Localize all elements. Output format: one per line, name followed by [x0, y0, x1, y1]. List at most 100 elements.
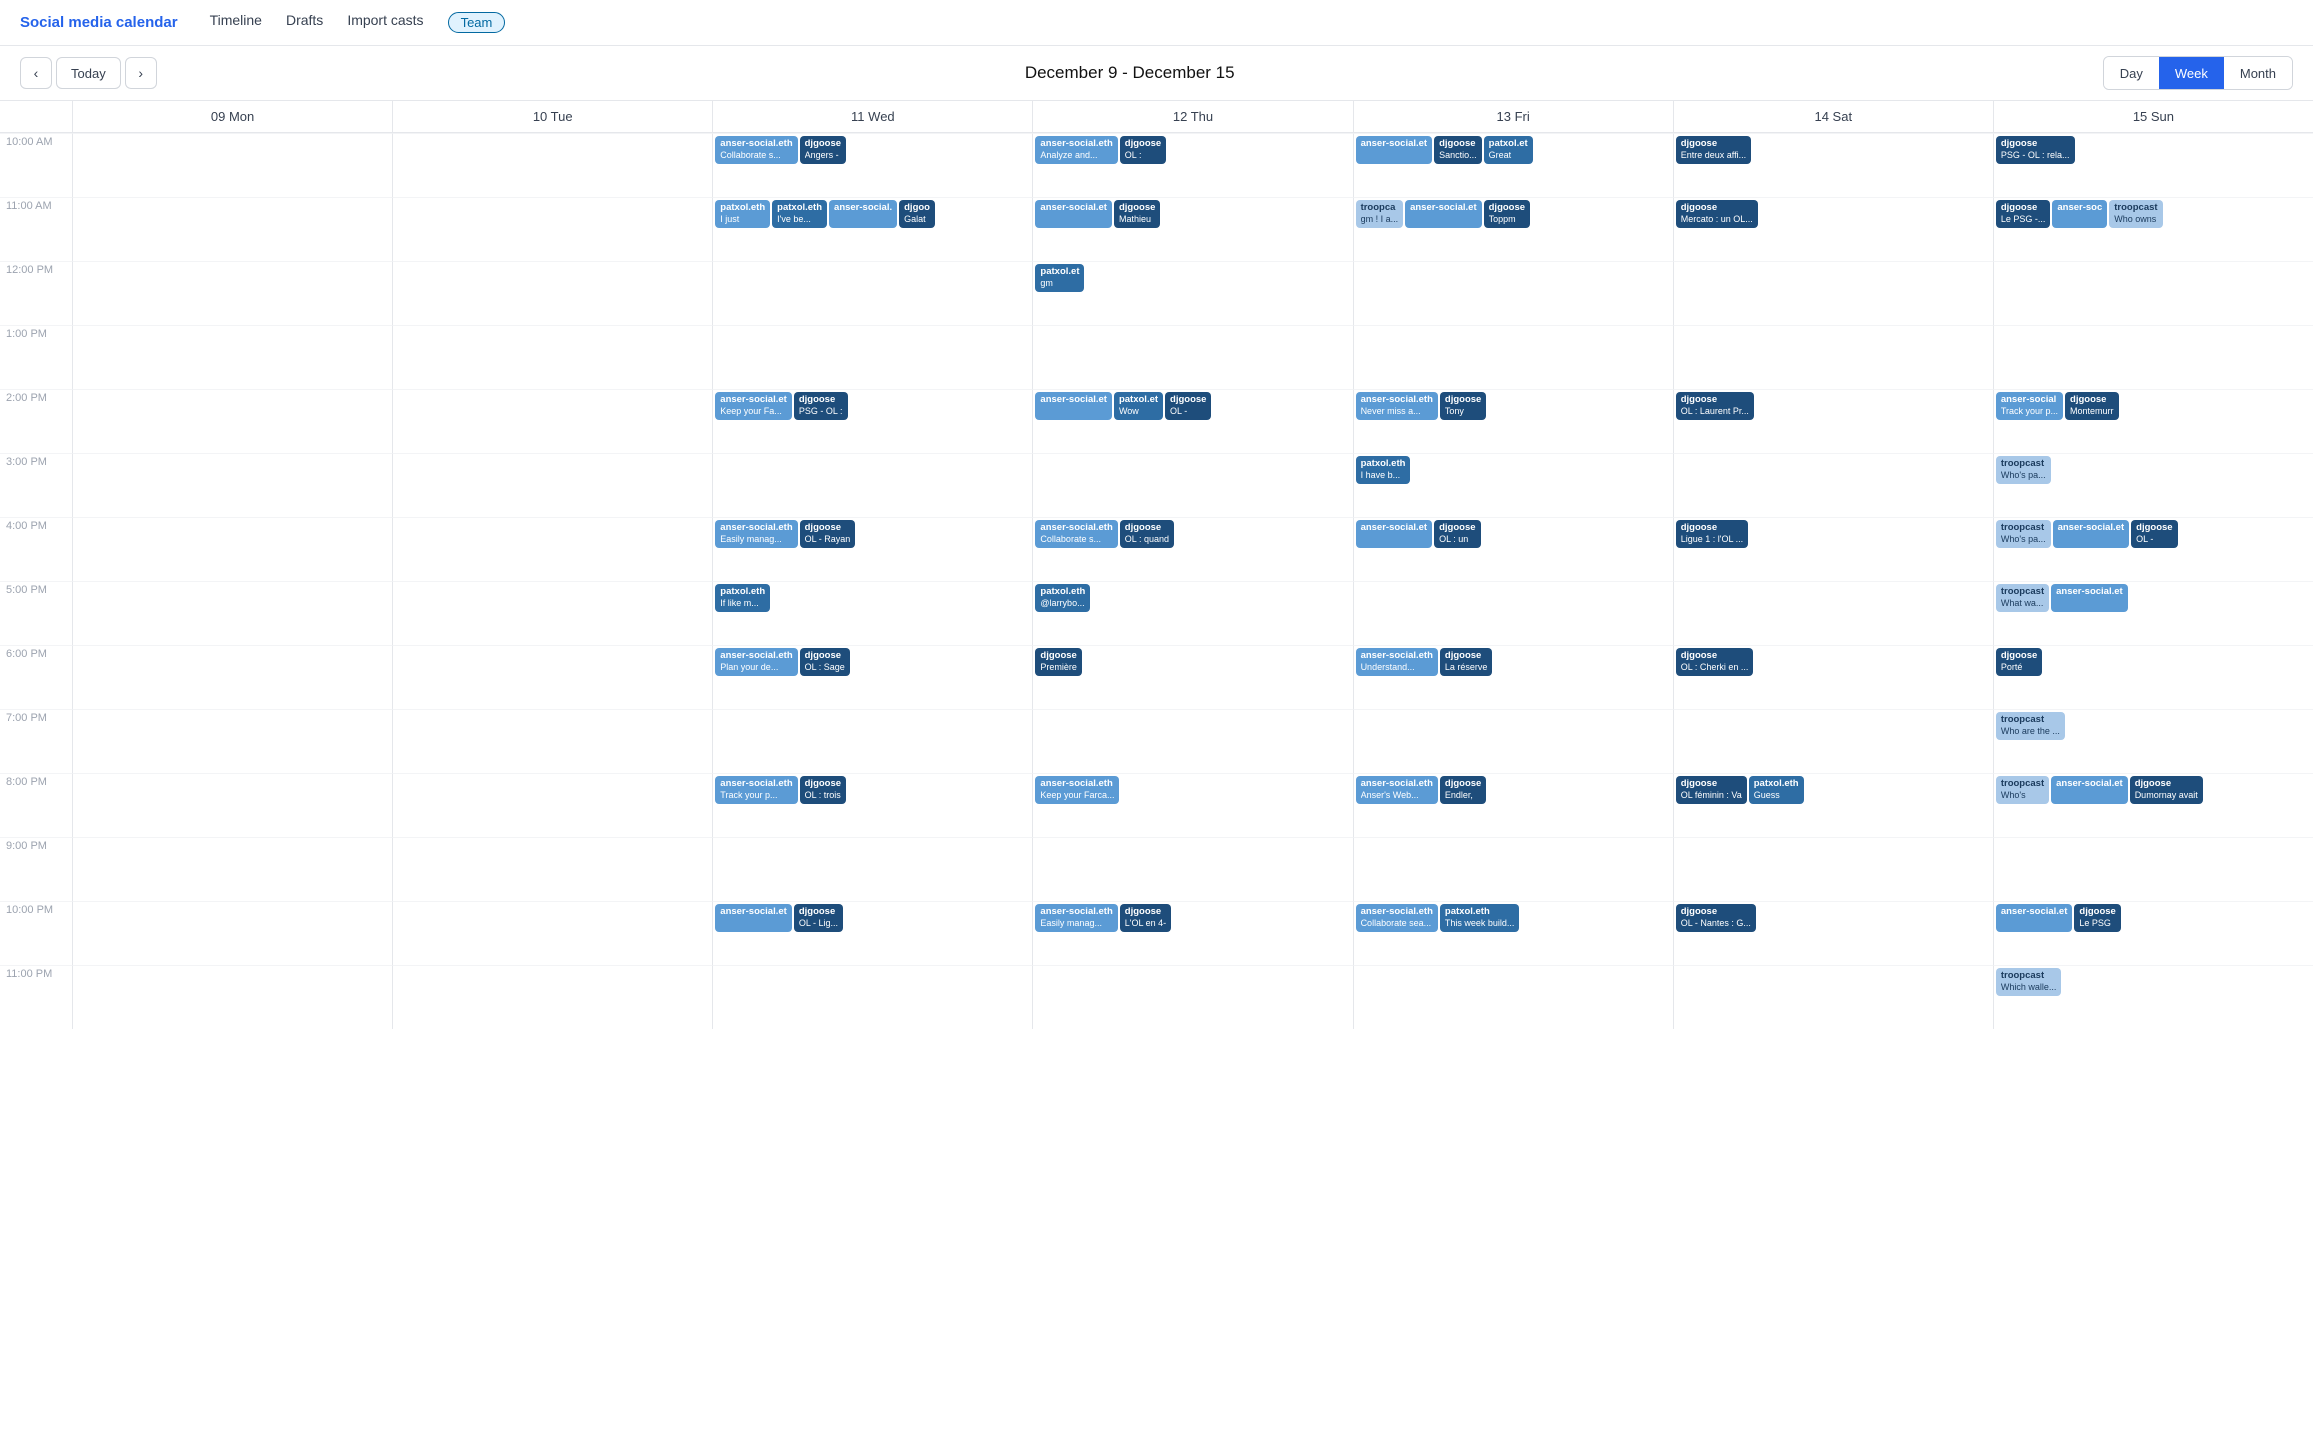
- event-anser-thu-8[interactable]: anser-social.ethKeep your Farca...: [1035, 776, 1119, 804]
- thu-10am: anser-social.ethAnalyze and... djgooseOL…: [1032, 133, 1352, 197]
- event-anser-wed-4[interactable]: anser-social.ethEasily manag...: [715, 520, 797, 548]
- event-anser-wed-10pm[interactable]: anser-social.et: [715, 904, 792, 932]
- event-anser-fri-11[interactable]: anser-social.et: [1405, 200, 1482, 228]
- thu-7pm: [1032, 709, 1352, 773]
- team-badge[interactable]: Team: [448, 12, 506, 33]
- event-djgoose-thu-2[interactable]: djgooseOL -: [1165, 392, 1211, 420]
- event-djgoose-fri-2[interactable]: djgooseTony: [1440, 392, 1486, 420]
- event-anser-sun-8[interactable]: anser-social.et: [2051, 776, 2128, 804]
- event-djgoose-sat-10[interactable]: djgooseEntre deux affi...: [1676, 136, 1751, 164]
- event-djgoose-fri-4[interactable]: djgooseOL : un: [1434, 520, 1480, 548]
- event-anser-fri-2[interactable]: anser-social.ethNever miss a...: [1356, 392, 1438, 420]
- event-djgoose-wed-8[interactable]: djgooseOL : trois: [800, 776, 846, 804]
- fri-9pm: [1353, 837, 1673, 901]
- event-anser-sun-10pm[interactable]: anser-social.et: [1996, 904, 2073, 932]
- event-djgoose-sun-4[interactable]: djgooseOL -: [2131, 520, 2177, 548]
- event-djgoose-thu-6[interactable]: djgoosePremière: [1035, 648, 1082, 676]
- event-anser-sun-11[interactable]: anser-soc: [2052, 200, 2107, 228]
- event-djgoose-wed-11[interactable]: djgooGalat: [899, 200, 935, 228]
- event-djgoose-thu-10pm[interactable]: djgooseL'OL en 4-: [1120, 904, 1171, 932]
- event-djgoose-fri-6[interactable]: djgooseLa réserve: [1440, 648, 1493, 676]
- event-troop-fri-11[interactable]: troopcagm ! I a...: [1356, 200, 1404, 228]
- event-djgoose-wed-10[interactable]: djgooseAngers -: [800, 136, 846, 164]
- day-header-sun: 15 Sun: [1993, 101, 2313, 132]
- day-view-button[interactable]: Day: [2104, 57, 2159, 89]
- event-anser-wed-11[interactable]: anser-social.: [829, 200, 897, 228]
- event-anser-fri-4[interactable]: anser-social.et: [1356, 520, 1433, 548]
- event-djgoose-wed-6[interactable]: djgooseOL : Sage: [800, 648, 850, 676]
- event-patxol-thu-2[interactable]: patxol.etWow: [1114, 392, 1163, 420]
- event-patxol-fri-10pm[interactable]: patxol.ethThis week build...: [1440, 904, 1520, 932]
- event-djgoose-sun-6[interactable]: djgoosePorté: [1996, 648, 2042, 676]
- event-anser-fri-10pm[interactable]: anser-social.ethCollaborate sea...: [1356, 904, 1438, 932]
- event-djgoose-sun-11[interactable]: djgooseLe PSG -...: [1996, 200, 2051, 228]
- event-anser-sun-5[interactable]: anser-social.et: [2051, 584, 2128, 612]
- event-troop-sun-5[interactable]: troopcastWhat wa...: [1996, 584, 2049, 612]
- event-anser-fri-8[interactable]: anser-social.ethAnser's Web...: [1356, 776, 1438, 804]
- event-djgoose-wed-4[interactable]: djgooseOL - Rayan: [800, 520, 856, 548]
- event-anser-thu-11[interactable]: anser-social.et: [1035, 200, 1112, 228]
- nav-timeline[interactable]: Timeline: [210, 12, 262, 33]
- event-patxol-fri-3[interactable]: patxol.ethI have b...: [1356, 456, 1411, 484]
- event-patxol-sat-8[interactable]: patxol.ethGuess: [1749, 776, 1804, 804]
- event-anser-wed-2[interactable]: anser-social.etKeep your Fa...: [715, 392, 792, 420]
- sun-4pm: troopcastWho's pa... anser-social.et djg…: [1993, 517, 2313, 581]
- event-anser-thu-10pm[interactable]: anser-social.ethEasily manag...: [1035, 904, 1117, 932]
- event-patxol-wed-11b[interactable]: patxol.ethI've be...: [772, 200, 827, 228]
- event-anser-fri-10[interactable]: anser-social.et: [1356, 136, 1433, 164]
- nav-import-casts[interactable]: Import casts: [347, 12, 423, 33]
- event-anser-sun-4[interactable]: anser-social.et: [2053, 520, 2130, 548]
- event-djgoose-fri-10[interactable]: djgooseSanctio...: [1434, 136, 1482, 164]
- event-anser-thu-10[interactable]: anser-social.ethAnalyze and...: [1035, 136, 1117, 164]
- event-djgoose-sat-11[interactable]: djgooseMercato : un OL...: [1676, 200, 1758, 228]
- event-djgoose-sun-8[interactable]: djgooseDumornay avait: [2130, 776, 2203, 804]
- nav-drafts[interactable]: Drafts: [286, 12, 323, 33]
- app-title[interactable]: Social media calendar: [20, 14, 178, 31]
- event-djgoose-sun-10pm[interactable]: djgooseLe PSG: [2074, 904, 2120, 932]
- wed-4pm: anser-social.ethEasily manag... djgooseO…: [712, 517, 1032, 581]
- event-anser-wed-10[interactable]: anser-social.ethCollaborate s...: [715, 136, 797, 164]
- event-djgoose-sat-6[interactable]: djgooseOL : Cherki en ...: [1676, 648, 1754, 676]
- today-button[interactable]: Today: [56, 57, 121, 89]
- event-patxol-thu-12[interactable]: patxol.etgm: [1035, 264, 1084, 292]
- event-djgoose-sat-4[interactable]: djgooseLigue 1 : l'OL ...: [1676, 520, 1748, 548]
- wed-10pm: anser-social.et djgooseOL - Lig...: [712, 901, 1032, 965]
- event-djgoose-wed-10pm[interactable]: djgooseOL - Lig...: [794, 904, 843, 932]
- event-patxol-wed-11a[interactable]: patxol.ethI just: [715, 200, 770, 228]
- event-troop-sun-8[interactable]: troopcastWho's: [1996, 776, 2049, 804]
- thu-11am: anser-social.et djgooseMathieu: [1032, 197, 1352, 261]
- next-button[interactable]: ›: [125, 57, 157, 89]
- event-djgoose-thu-11[interactable]: djgooseMathieu: [1114, 200, 1160, 228]
- event-anser-wed-8[interactable]: anser-social.ethTrack your p...: [715, 776, 797, 804]
- week-view-button[interactable]: Week: [2159, 57, 2224, 89]
- event-anser-fri-6[interactable]: anser-social.ethUnderstand...: [1356, 648, 1438, 676]
- event-djgoose-sat-2[interactable]: djgooseOL : Laurent Pr...: [1676, 392, 1754, 420]
- event-djgoose-sun-2[interactable]: djgooseMontemurr: [2065, 392, 2119, 420]
- event-patxol-thu-5[interactable]: patxol.eth@larrybo...: [1035, 584, 1090, 612]
- event-anser-wed-6[interactable]: anser-social.ethPlan your de...: [715, 648, 797, 676]
- event-djgoose-sun-10[interactable]: djgoosePSG - OL : rela...: [1996, 136, 2075, 164]
- event-troop-sun-11pm[interactable]: troopcastWhich walle...: [1996, 968, 2062, 996]
- sun-8pm: troopcastWho's anser-social.et djgooseDu…: [1993, 773, 2313, 837]
- event-patxol-fri-10[interactable]: patxol.etGreat: [1484, 136, 1533, 164]
- prev-button[interactable]: ‹: [20, 57, 52, 89]
- event-anser-sun-2[interactable]: anser-socialTrack your p...: [1996, 392, 2063, 420]
- event-anser-thu-4[interactable]: anser-social.ethCollaborate s...: [1035, 520, 1117, 548]
- event-djgoose-fri-11[interactable]: djgooseToppm: [1484, 200, 1530, 228]
- view-switcher: Day Week Month: [2103, 56, 2293, 90]
- event-troop-sun-7[interactable]: troopcastWho are the ...: [1996, 712, 2065, 740]
- event-djgoose-thu-10[interactable]: djgooseOL :: [1120, 136, 1166, 164]
- event-djgoose-fri-8[interactable]: djgooseEndler,: [1440, 776, 1486, 804]
- event-djgoose-sat-8[interactable]: djgooseOL féminin : Va: [1676, 776, 1747, 804]
- event-djgoose-wed-2[interactable]: djgoosePSG - OL :: [794, 392, 848, 420]
- calendar-grid: 09 Mon 10 Tue 11 Wed 12 Thu 13 Fri 14 Sa…: [0, 101, 2313, 1438]
- event-troop-sun-11[interactable]: troopcastWho owns: [2109, 200, 2162, 228]
- event-djgoose-sat-10pm[interactable]: djgooseOL - Nantes : G...: [1676, 904, 1756, 932]
- event-anser-thu-2[interactable]: anser-social.et: [1035, 392, 1112, 420]
- event-patxol-wed-5[interactable]: patxol.ethIf like m...: [715, 584, 770, 612]
- month-view-button[interactable]: Month: [2224, 57, 2292, 89]
- wed-3pm: [712, 453, 1032, 517]
- event-troop-sun-4[interactable]: troopcastWho's pa...: [1996, 520, 2051, 548]
- event-troop-sun-3[interactable]: troopcastWho's pa...: [1996, 456, 2051, 484]
- event-djgoose-thu-4[interactable]: djgooseOL : quand: [1120, 520, 1174, 548]
